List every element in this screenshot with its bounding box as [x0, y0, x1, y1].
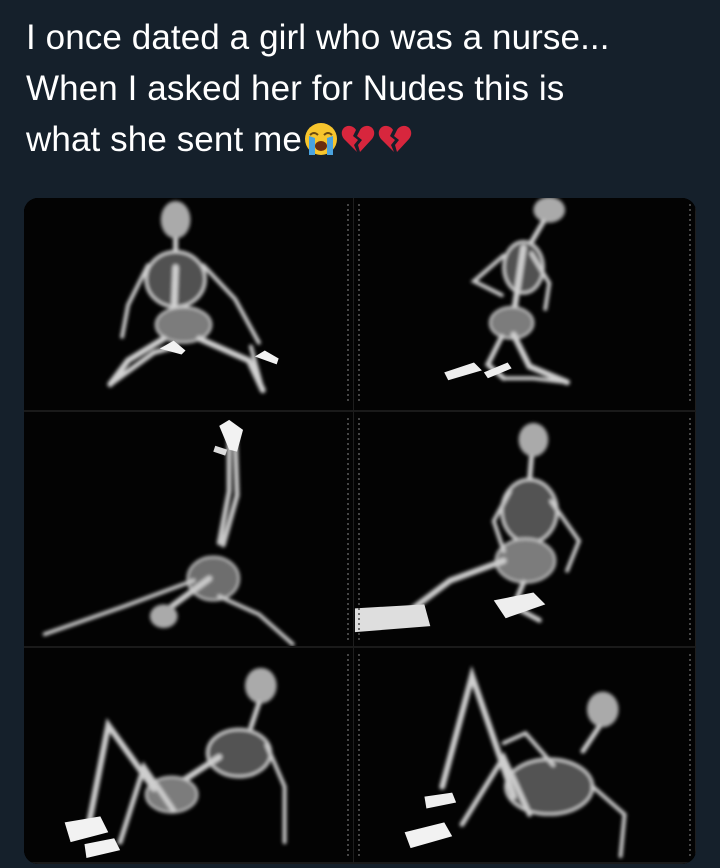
xray-side-kneel-pose [354, 198, 696, 412]
xray-skeleton-figure [444, 198, 571, 386]
xray-kneeling-pose [24, 198, 354, 412]
film-strip [358, 418, 360, 640]
xray-legs-up-pose [24, 412, 354, 648]
xray-collage [24, 198, 696, 864]
tweet-text-line-3: what she sent me [26, 114, 706, 171]
xray-skeleton-figure [354, 422, 582, 633]
loudly-crying-face-icon [303, 120, 339, 171]
xray-skeleton-figure [64, 667, 287, 859]
film-strip [689, 654, 691, 856]
xray-sitting-pose [354, 412, 696, 648]
tweet-post: I once dated a girl who was a nurse... W… [0, 0, 720, 868]
tweet-text-line-1: I once dated a girl who was a nurse... [26, 18, 610, 57]
film-strip [347, 204, 349, 404]
broken-heart-icon [340, 120, 376, 171]
tweet-text-line-3-text: what she sent me [26, 120, 302, 159]
xray-reclining-pose [24, 648, 354, 864]
tweet-text-line-2: When I asked her for Nudes this is [26, 69, 565, 108]
xray-skeleton-figure [107, 200, 279, 394]
xray-skeleton-figure [404, 665, 627, 859]
film-strip [347, 654, 349, 856]
xray-skeleton-figure [42, 419, 295, 646]
xray-lying-pose [354, 648, 696, 864]
tweet-media-image[interactable] [24, 198, 696, 864]
film-strip [689, 204, 691, 404]
tweet-text: I once dated a girl who was a nurse... W… [26, 12, 706, 171]
film-strip [347, 418, 349, 640]
film-strip [358, 204, 360, 404]
film-strip [358, 654, 360, 856]
broken-heart-icon [377, 120, 413, 171]
film-strip [689, 418, 691, 640]
